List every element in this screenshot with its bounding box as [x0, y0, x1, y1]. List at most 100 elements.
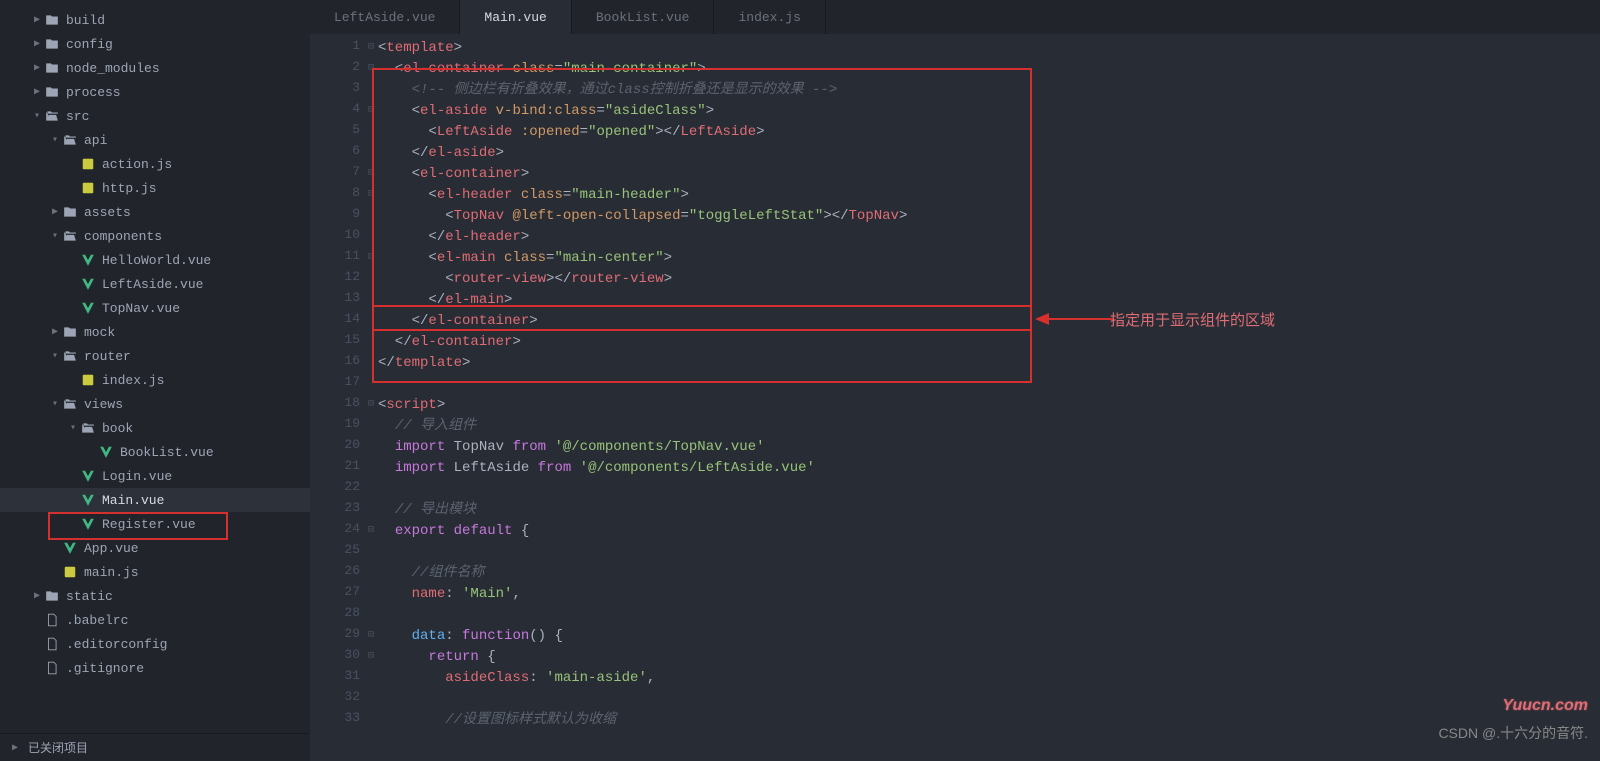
tree-item-app-vue[interactable]: App.vue: [0, 536, 310, 560]
editor-tab-index-js[interactable]: index.js: [714, 0, 825, 34]
tree-item-index-js[interactable]: index.js: [0, 368, 310, 392]
code-line[interactable]: <!-- 侧边栏有折叠效果，通过class控制折叠还是显示的效果 -->: [378, 80, 1600, 101]
tree-item-helloworld-vue[interactable]: HelloWorld.vue: [0, 248, 310, 272]
code-line[interactable]: <TopNav @left-open-collapsed="toggleLeft…: [378, 206, 1600, 227]
code-line[interactable]: </el-header>: [378, 227, 1600, 248]
tree-item-api[interactable]: ▾api: [0, 128, 310, 152]
code-line[interactable]: [378, 605, 1600, 626]
code-token: >: [521, 229, 529, 245]
code-token: '@/components/TopNav.vue': [554, 439, 764, 455]
code-token: TopNav: [445, 439, 512, 455]
tree-item-login-vue[interactable]: Login.vue: [0, 464, 310, 488]
fold-icon[interactable]: ⊟: [368, 167, 374, 179]
tree-item-src[interactable]: ▾src: [0, 104, 310, 128]
tree-item-views[interactable]: ▾views: [0, 392, 310, 416]
code-token: <: [378, 103, 420, 119]
fold-icon[interactable]: ⊟: [368, 251, 374, 263]
code-line[interactable]: <el-header class="main-header">: [378, 185, 1600, 206]
tree-item-booklist-vue[interactable]: BookList.vue: [0, 440, 310, 464]
tree-item-config[interactable]: ▶config: [0, 32, 310, 56]
code-line[interactable]: //组件名称: [378, 563, 1600, 584]
tree-item--gitignore[interactable]: .gitignore: [0, 656, 310, 680]
code-line[interactable]: [378, 542, 1600, 563]
fold-icon[interactable]: ⊟: [368, 41, 374, 53]
code-line[interactable]: [378, 479, 1600, 500]
tree-item-static[interactable]: ▶static: [0, 584, 310, 608]
closed-projects[interactable]: ▶ 已关闭项目: [0, 733, 310, 761]
code-line[interactable]: import TopNav from '@/components/TopNav.…: [378, 437, 1600, 458]
code-token: >: [899, 208, 907, 224]
code-line[interactable]: [378, 689, 1600, 710]
fold-icon[interactable]: ⊟: [368, 524, 374, 536]
tree-item-components[interactable]: ▾components: [0, 224, 310, 248]
line-number: 24⊟: [310, 521, 364, 542]
code-line[interactable]: </el-aside>: [378, 143, 1600, 164]
code-line[interactable]: <router-view></router-view>: [378, 269, 1600, 290]
code-line[interactable]: // 导出模块: [378, 500, 1600, 521]
tree-item-label: static: [66, 589, 113, 604]
code-line[interactable]: </el-container>: [378, 332, 1600, 353]
code-line[interactable]: <template>: [378, 38, 1600, 59]
editor-tab-main-vue[interactable]: Main.vue: [460, 0, 571, 34]
fold-icon[interactable]: ⊟: [368, 398, 374, 410]
code-token: 'main-aside': [546, 670, 647, 686]
code-line[interactable]: asideClass: 'main-aside',: [378, 668, 1600, 689]
tree-item-action-js[interactable]: action.js: [0, 152, 310, 176]
code-line[interactable]: import LeftAside from '@/components/Left…: [378, 458, 1600, 479]
tree-item-book[interactable]: ▾book: [0, 416, 310, 440]
line-number: 12: [310, 269, 364, 290]
code-line[interactable]: <el-main class="main-center">: [378, 248, 1600, 269]
tree-item--babelrc[interactable]: .babelrc: [0, 608, 310, 632]
tree-item-process[interactable]: ▶process: [0, 80, 310, 104]
code-token: "asideClass": [605, 103, 706, 119]
tree-arrow-icon: ▶: [32, 86, 42, 98]
fold-icon[interactable]: ⊟: [368, 188, 374, 200]
code-line[interactable]: // 导入组件: [378, 416, 1600, 437]
tree-item-main-js[interactable]: main.js: [0, 560, 310, 584]
editor-tab-booklist-vue[interactable]: BookList.vue: [572, 0, 715, 34]
code-line[interactable]: </el-main>: [378, 290, 1600, 311]
tree-item-router[interactable]: ▾router: [0, 344, 310, 368]
tree-item-build[interactable]: ▶build: [0, 8, 310, 32]
code-token: </: [378, 313, 428, 329]
code-content[interactable]: <template> <el-container class="main-con…: [364, 34, 1600, 761]
tree-item-node-modules[interactable]: ▶node_modules: [0, 56, 310, 80]
tree-item-topnav-vue[interactable]: TopNav.vue: [0, 296, 310, 320]
folder-open-icon: [62, 132, 78, 148]
editor-tab-leftaside-vue[interactable]: LeftAside.vue: [310, 0, 460, 34]
tree-arrow-icon: ▶: [32, 38, 42, 50]
line-number: 32: [310, 689, 364, 710]
tree-item-assets[interactable]: ▶assets: [0, 200, 310, 224]
code-line[interactable]: //设置图标样式默认为收缩: [378, 710, 1600, 731]
code-token: <: [378, 250, 437, 266]
code-line[interactable]: </template>: [378, 353, 1600, 374]
code-token: </: [378, 229, 445, 245]
code-line[interactable]: data: function() {: [378, 626, 1600, 647]
tree-item--editorconfig[interactable]: .editorconfig: [0, 632, 310, 656]
tree-item-register-vue[interactable]: Register.vue: [0, 512, 310, 536]
code-line[interactable]: return {: [378, 647, 1600, 668]
code-token: class: [521, 187, 563, 203]
code-token: TopNav: [849, 208, 899, 224]
tree-item-label: build: [66, 13, 105, 28]
code-token: class: [512, 61, 554, 77]
tree-item-http-js[interactable]: http.js: [0, 176, 310, 200]
fold-icon[interactable]: ⊟: [368, 629, 374, 641]
tree-item-leftaside-vue[interactable]: LeftAside.vue: [0, 272, 310, 296]
code-line[interactable]: name: 'Main',: [378, 584, 1600, 605]
code-line[interactable]: <el-container>: [378, 164, 1600, 185]
tree-item-mock[interactable]: ▶mock: [0, 320, 310, 344]
code-line[interactable]: <LeftAside :opened="opened"></LeftAside>: [378, 122, 1600, 143]
code-line[interactable]: <script>: [378, 395, 1600, 416]
code-line[interactable]: </el-container>: [378, 311, 1600, 332]
fold-icon[interactable]: ⊟: [368, 104, 374, 116]
fold-icon[interactable]: ⊟: [368, 650, 374, 662]
code-line[interactable]: [378, 374, 1600, 395]
tree-item-label: LeftAside.vue: [102, 277, 203, 292]
tree-item-main-vue[interactable]: Main.vue: [0, 488, 310, 512]
fold-icon[interactable]: ⊟: [368, 62, 374, 74]
vue-icon: [80, 468, 96, 484]
code-line[interactable]: export default {: [378, 521, 1600, 542]
code-line[interactable]: <el-container class="main-container">: [378, 59, 1600, 80]
code-line[interactable]: <el-aside v-bind:class="asideClass">: [378, 101, 1600, 122]
